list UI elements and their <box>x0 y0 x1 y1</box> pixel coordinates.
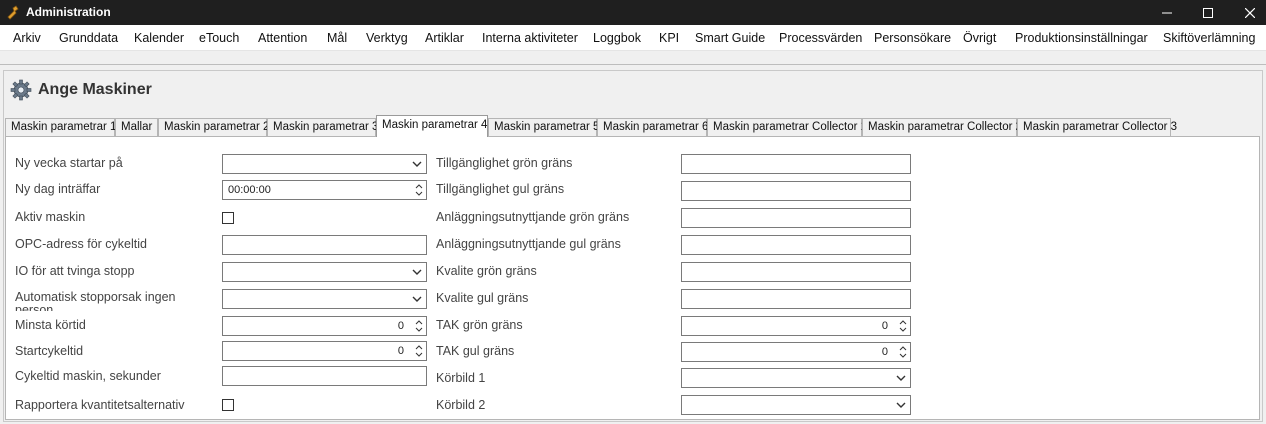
toolstrip <box>0 52 1266 65</box>
menu-kpi[interactable]: KPI <box>659 31 679 45</box>
app-icon <box>7 5 19 20</box>
label-tak-gul: TAK gul gräns <box>436 344 515 358</box>
tab-maskin-parametrar-1[interactable]: Maskin parametrar 1 <box>5 118 116 136</box>
maximize-icon <box>1203 7 1213 18</box>
label-tillg-gron: Tillgänglighet grön gräns <box>436 156 573 170</box>
tab-maskin-parametrar-6[interactable]: Maskin parametrar 6 <box>597 118 708 136</box>
tillg-gron-input[interactable] <box>681 154 911 174</box>
spin-arrows-icon[interactable] <box>899 344 907 360</box>
menu-interna-aktiviteter[interactable]: Interna aktiviteter <box>482 31 578 45</box>
anl-gron-input[interactable] <box>681 208 911 228</box>
chevron-down-icon <box>412 269 422 275</box>
korbild-1-select[interactable] <box>681 368 911 388</box>
spin-arrows-icon[interactable] <box>415 343 423 359</box>
label-aktiv-maskin: Aktiv maskin <box>15 210 86 224</box>
minsta-kortid-stepper[interactable]: 0 <box>222 316 427 336</box>
label-rapportera: Rapportera kvantitetsalternativ <box>15 398 185 412</box>
title-bar: Administration <box>0 0 1266 25</box>
label-korbild-2: Körbild 2 <box>436 398 486 412</box>
tab-mallar[interactable]: Mallar <box>115 118 158 136</box>
close-button[interactable] <box>1227 0 1266 25</box>
kval-gul-input[interactable] <box>681 289 911 309</box>
io-stopp-select[interactable] <box>222 262 427 282</box>
tillg-gul-input[interactable] <box>681 181 911 201</box>
ny-dag-value: 00:00:00 <box>228 184 271 196</box>
auto-stopporsak-select[interactable] <box>222 289 427 309</box>
label-opc-adress: OPC-adress för cykeltid <box>15 237 147 251</box>
label-io-stopp: IO för att tvinga stopp <box>15 264 135 278</box>
opc-adress-input[interactable] <box>222 235 427 255</box>
label-startcykeltid: Startcykeltid <box>15 344 84 358</box>
label-tak-gron: TAK grön gräns <box>436 318 523 332</box>
spin-arrows-icon[interactable] <box>415 182 423 198</box>
spin-arrows-icon[interactable] <box>899 318 907 334</box>
tak-gul-stepper[interactable]: 0 <box>681 342 911 362</box>
tab-panel <box>5 136 1260 420</box>
label-auto-stopporsak: Automatisk stopporsak ingen person <box>15 291 176 311</box>
menu-bar: Arkiv Grunddata Kalender eTouch Attentio… <box>0 25 1266 51</box>
minimize-button[interactable] <box>1144 0 1190 25</box>
chevron-down-icon <box>896 402 906 408</box>
menu-kalender[interactable]: Kalender <box>134 31 184 45</box>
chevron-down-icon <box>896 375 906 381</box>
menu-mal[interactable]: Mål <box>327 31 347 45</box>
label-anl-gul: Anläggningsutnyttjande gul gräns <box>436 237 621 251</box>
window-title: Administration <box>26 5 111 19</box>
label-anl-gron: Anläggningsutnyttjande grön gräns <box>436 210 630 224</box>
korbild-2-select[interactable] <box>681 395 911 415</box>
cykeltid-input[interactable] <box>222 366 427 386</box>
label-minsta-kortid: Minsta körtid <box>15 318 86 332</box>
menu-skiftoverlamning[interactable]: Skiftöverlämning <box>1163 31 1255 45</box>
maximize-button[interactable] <box>1185 0 1231 25</box>
tab-maskin-parametrar-collector-3[interactable]: Maskin parametrar Collector 3 <box>1017 118 1177 136</box>
label-kval-gron: Kvalite grön gräns <box>436 264 537 278</box>
label-kval-gul: Kvalite gul gräns <box>436 291 529 305</box>
tak-gron-value: 0 <box>881 320 888 332</box>
close-icon <box>1245 7 1255 18</box>
ny-vecka-select[interactable] <box>222 154 427 174</box>
aktiv-maskin-checkbox[interactable] <box>222 212 234 224</box>
label-cykeltid: Cykeltid maskin, sekunder <box>15 369 161 383</box>
minsta-kortid-value: 0 <box>397 320 404 332</box>
page-title: Ange Maskiner <box>38 81 152 98</box>
startcykeltid-stepper[interactable]: 0 <box>222 341 427 361</box>
tab-maskin-parametrar-3[interactable]: Maskin parametrar 3 <box>267 118 378 136</box>
menu-smart-guide[interactable]: Smart Guide <box>695 31 765 45</box>
tak-gul-value: 0 <box>881 346 888 358</box>
menu-ovrigt[interactable]: Övrigt <box>963 31 996 45</box>
menu-etouch[interactable]: eTouch <box>199 31 239 45</box>
chevron-down-icon <box>412 296 422 302</box>
menu-attention[interactable]: Attention <box>258 31 307 45</box>
menu-personsokare[interactable]: Personsökare <box>874 31 951 45</box>
ny-dag-time-picker[interactable]: 00:00:00 <box>222 180 427 200</box>
tak-gron-stepper[interactable]: 0 <box>681 316 911 336</box>
tab-maskin-parametrar-collector-2[interactable]: Maskin parametrar Collector 2 <box>862 118 1022 136</box>
tab-maskin-parametrar-collector-1[interactable]: Maskin parametrar Collector 1 <box>707 118 867 136</box>
tab-maskin-parametrar-2[interactable]: Maskin parametrar 2 <box>158 118 269 136</box>
label-korbild-1: Körbild 1 <box>436 371 486 385</box>
minimize-icon <box>1162 12 1172 13</box>
kval-gron-input[interactable] <box>681 262 911 282</box>
label-ny-vecka: Ny vecka startar på <box>15 156 123 170</box>
anl-gul-input[interactable] <box>681 235 911 255</box>
rapportera-checkbox[interactable] <box>222 399 234 411</box>
menu-grunddata[interactable]: Grunddata <box>59 31 118 45</box>
menu-verktyg[interactable]: Verktyg <box>366 31 408 45</box>
label-tillg-gul: Tillgänglighet gul gräns <box>436 182 565 196</box>
tab-maskin-parametrar-5[interactable]: Maskin parametrar 5 <box>488 118 599 136</box>
startcykeltid-value: 0 <box>397 345 404 357</box>
menu-loggbok[interactable]: Loggbok <box>593 31 641 45</box>
spin-arrows-icon[interactable] <box>415 318 423 334</box>
label-ny-dag: Ny dag inträffar <box>15 182 101 196</box>
menu-artiklar[interactable]: Artiklar <box>425 31 464 45</box>
tab-maskin-parametrar-4[interactable]: Maskin parametrar 4 <box>376 115 488 137</box>
chevron-down-icon <box>412 161 422 167</box>
gear-icon <box>10 79 32 101</box>
menu-processvarden[interactable]: Processvärden <box>779 31 862 45</box>
menu-produktionsinstallningar[interactable]: Produktionsinställningar <box>1015 31 1148 45</box>
menu-arkiv[interactable]: Arkiv <box>13 31 41 45</box>
